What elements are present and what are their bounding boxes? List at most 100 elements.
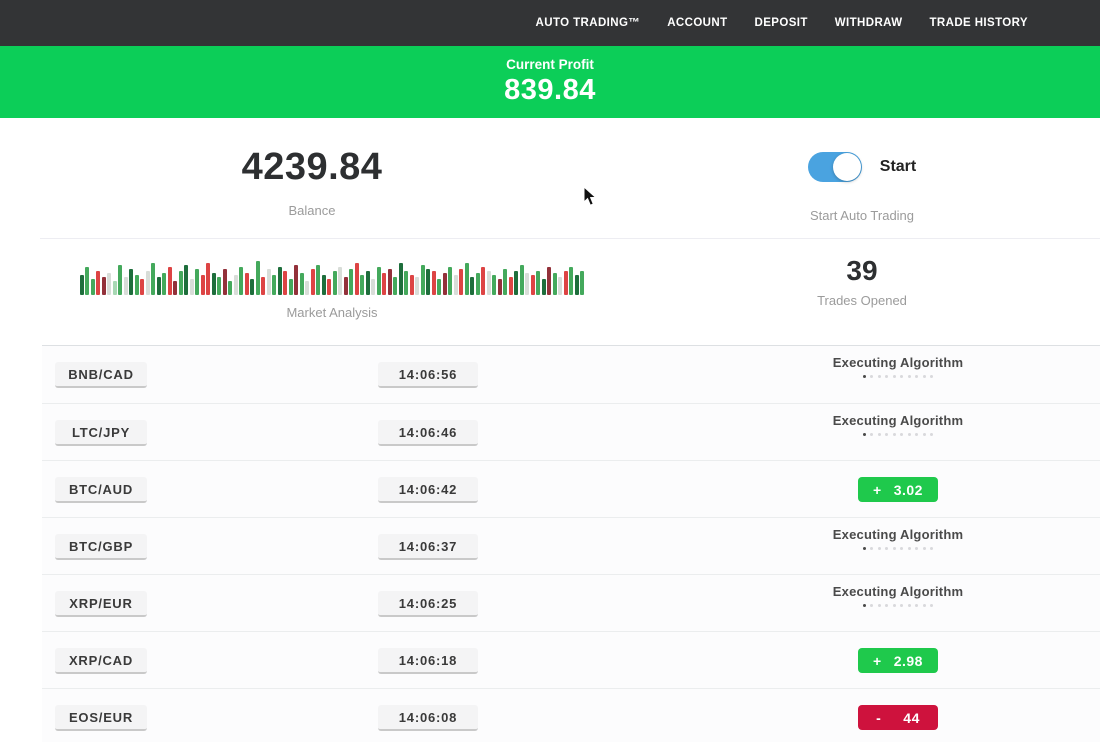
market-bar <box>261 277 265 295</box>
progress-dot <box>885 547 888 550</box>
market-bar <box>514 271 518 295</box>
currency-pair-chip[interactable]: LTC/JPY <box>55 420 147 446</box>
market-bar <box>113 281 117 295</box>
market-bar <box>344 277 348 295</box>
market-bar <box>173 281 177 295</box>
progress-dot <box>885 433 888 436</box>
result-value: 2.98 <box>894 653 923 669</box>
progress-dot <box>893 375 896 378</box>
currency-pair-chip[interactable]: BTC/GBP <box>55 534 147 560</box>
trades-list: BNB/CAD 14:06:56 Executing Algorithm LTC… <box>42 345 1100 742</box>
result-value: 3.02 <box>894 482 923 498</box>
trade-result-badge: + 2.98 <box>858 648 938 673</box>
progress-dot <box>863 375 866 378</box>
market-bar <box>399 263 403 295</box>
market-bar <box>140 279 144 295</box>
market-bar <box>179 271 183 295</box>
progress-dot <box>930 375 933 378</box>
market-bar <box>234 275 238 295</box>
market-bar <box>360 275 364 295</box>
currency-pair-chip[interactable]: EOS/EUR <box>55 705 147 731</box>
trade-time-chip[interactable]: 14:06:56 <box>378 362 478 388</box>
table-row: XRP/CAD 14:06:18 + 2.98 <box>42 631 1100 688</box>
progress-dot <box>863 433 866 436</box>
market-bar <box>492 275 496 295</box>
market-bar <box>465 263 469 295</box>
progress-dot <box>863 604 866 607</box>
nav-item-trade-history[interactable]: TRADE HISTORY <box>930 17 1029 29</box>
market-bar <box>157 277 161 295</box>
trade-time-chip[interactable]: 14:06:46 <box>378 420 478 446</box>
market-bar <box>102 277 106 295</box>
trade-time-chip[interactable]: 14:06:08 <box>378 705 478 731</box>
progress-dot <box>893 547 896 550</box>
progress-dot <box>885 604 888 607</box>
start-auto-trading-toggle[interactable] <box>808 152 862 182</box>
market-analysis-chart <box>80 259 585 295</box>
progress-dot <box>908 433 911 436</box>
currency-pair-chip[interactable]: BTC/AUD <box>55 477 147 503</box>
market-bar <box>355 263 359 295</box>
market-bar <box>476 273 480 295</box>
currency-pair-chip[interactable]: BNB/CAD <box>55 362 147 388</box>
trade-status: Executing Algorithm <box>818 355 978 378</box>
progress-dot <box>930 547 933 550</box>
market-bar <box>305 281 309 295</box>
account-summary: 4239.84 Balance Start Start Auto Trading <box>0 118 1100 238</box>
market-bar <box>481 267 485 295</box>
market-bar <box>151 263 155 295</box>
market-bar <box>272 275 276 295</box>
table-row: LTC/JPY 14:06:46 Executing Algorithm <box>42 403 1100 460</box>
market-bar <box>448 267 452 295</box>
trade-status: Executing Algorithm <box>818 527 978 550</box>
market-bar <box>283 271 287 295</box>
progress-dots <box>818 547 978 550</box>
result-value: 44 <box>903 710 920 726</box>
progress-dot <box>870 604 873 607</box>
nav-item-account[interactable]: ACCOUNT <box>667 17 727 29</box>
progress-dot <box>863 547 866 550</box>
nav-item-withdraw[interactable]: WITHDRAW <box>835 17 903 29</box>
market-bar <box>349 269 353 295</box>
market-bar <box>223 269 227 295</box>
progress-dot <box>923 547 926 550</box>
trades-opened-value: 39 <box>846 255 877 287</box>
market-bar <box>421 265 425 295</box>
market-bar <box>294 265 298 295</box>
progress-dot <box>878 604 881 607</box>
trade-time-chip[interactable]: 14:06:25 <box>378 591 478 617</box>
currency-pair-chip[interactable]: XRP/EUR <box>55 591 147 617</box>
progress-dots <box>818 604 978 607</box>
trade-time-chip[interactable]: 14:06:18 <box>378 648 478 674</box>
market-bar <box>239 267 243 295</box>
progress-dot <box>885 375 888 378</box>
progress-dot <box>900 547 903 550</box>
progress-dots <box>818 375 978 378</box>
market-analysis-block: Market Analysis <box>40 239 624 345</box>
market-bar <box>311 269 315 295</box>
market-bar <box>542 279 546 295</box>
progress-dot <box>915 433 918 436</box>
market-bar <box>459 269 463 295</box>
currency-pair-chip[interactable]: XRP/CAD <box>55 648 147 674</box>
progress-dot <box>915 547 918 550</box>
trade-status: Executing Algorithm <box>818 413 978 436</box>
market-bar <box>195 269 199 295</box>
progress-dot <box>878 375 881 378</box>
current-profit-banner: Current Profit 839.84 <box>0 46 1100 118</box>
nav-item-deposit[interactable]: DEPOSIT <box>755 17 808 29</box>
trades-opened-block: 39 Trades Opened <box>624 239 1100 345</box>
market-bar <box>300 273 304 295</box>
progress-dot <box>915 375 918 378</box>
progress-dot <box>915 604 918 607</box>
nav-item-auto-trading[interactable]: AUTO TRADING™ <box>536 17 641 29</box>
trade-time-chip[interactable]: 14:06:37 <box>378 534 478 560</box>
trade-time-chip[interactable]: 14:06:42 <box>378 477 478 503</box>
progress-dot <box>870 547 873 550</box>
market-bar <box>454 275 458 295</box>
market-bar <box>327 279 331 295</box>
result-sign: + <box>873 482 882 498</box>
market-bar <box>135 275 139 295</box>
market-bar <box>503 269 507 295</box>
market-bar <box>278 267 282 295</box>
